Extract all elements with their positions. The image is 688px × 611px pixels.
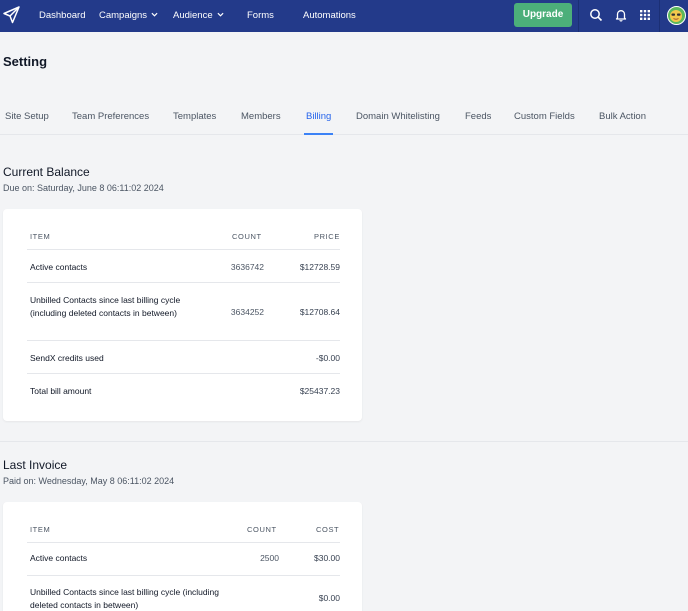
row-cost: $30.00: [314, 553, 340, 563]
nav-dashboard-label: Dashboard: [39, 10, 86, 21]
current-balance-title: Current Balance: [3, 165, 90, 179]
row-item: Unbilled Contacts since last billing cyc…: [30, 587, 219, 610]
column-header-cost: COST: [316, 525, 340, 534]
table-header-row: ITEM COUNT PRICE: [27, 221, 340, 250]
search-icon[interactable]: [589, 8, 603, 22]
column-header-price: PRICE: [314, 232, 340, 241]
column-header-item: ITEM: [30, 232, 51, 241]
avatar-face-icon: [670, 10, 682, 22]
table-header-row: ITEM COUNT COST: [27, 514, 340, 543]
table-row: Unbilled Contacts since last billing cyc…: [27, 576, 340, 611]
column-header-count: COUNT: [247, 525, 277, 534]
nav-audience[interactable]: Audience: [173, 0, 224, 32]
row-cost: $0.00: [318, 593, 340, 603]
table-row: Unbilled Contacts since last billing cyc…: [27, 283, 340, 341]
nav-audience-label: Audience: [173, 10, 213, 21]
settings-tabs: Site Setup Team Preferences Templates Me…: [0, 104, 688, 135]
tab-billing[interactable]: Billing: [304, 104, 334, 135]
nav-automations[interactable]: Automations: [303, 0, 356, 32]
nav-forms-label: Forms: [247, 10, 274, 21]
table-row: SendX credits used -$0.00: [27, 341, 340, 374]
table-row-total: Total bill amount $25437.23: [27, 374, 340, 407]
table-row: Active contacts 2500 $30.00: [27, 543, 340, 576]
tab-domain-whitelisting[interactable]: Domain Whitelisting: [356, 104, 440, 135]
tab-custom-fields[interactable]: Custom Fields: [514, 104, 575, 135]
column-header-count: COUNT: [232, 232, 262, 241]
tab-bulk-action[interactable]: Bulk Action: [599, 104, 646, 135]
paper-plane-logo-icon[interactable]: [2, 5, 22, 25]
nav-dashboard[interactable]: Dashboard: [39, 0, 85, 32]
column-header-item: ITEM: [30, 525, 51, 534]
user-avatar[interactable]: [667, 6, 686, 25]
row-price: $12708.64: [299, 307, 340, 317]
last-invoice-title: Last Invoice: [3, 458, 68, 472]
row-item: Active contacts: [30, 262, 88, 272]
section-divider: [0, 441, 688, 442]
row-price: -$0.00: [315, 353, 340, 363]
nav-automations-label: Automations: [303, 10, 356, 21]
nav-campaigns[interactable]: Campaigns: [99, 0, 158, 32]
nav-campaigns-label: Campaigns: [99, 10, 148, 21]
tab-team-preferences[interactable]: Team Preferences: [72, 104, 149, 135]
table-row: Active contacts 3636742 $12728.59: [27, 250, 340, 283]
row-item: Unbilled Contacts since last billing cyc…: [30, 295, 181, 318]
last-invoice-card: ITEM COUNT COST Active contacts 2500 $30…: [3, 502, 362, 611]
nav-separator: [578, 0, 579, 32]
row-count: 3634252: [230, 307, 264, 317]
top-navbar: Dashboard Campaigns Audience Forms Autom…: [0, 0, 688, 32]
row-count: 3636742: [230, 262, 264, 272]
chevron-down-icon: [151, 12, 158, 17]
upgrade-button[interactable]: Upgrade: [514, 3, 572, 27]
grid-icon[interactable]: [638, 8, 652, 22]
tab-feeds[interactable]: Feeds: [465, 104, 491, 135]
row-item: Total bill amount: [30, 386, 92, 396]
row-item: SendX credits used: [30, 353, 104, 363]
current-balance-due-date: Due on: Saturday, June 8 06:11:02 2024: [3, 183, 164, 193]
row-price: $25437.23: [299, 386, 340, 396]
row-price: $12728.59: [299, 262, 340, 272]
row-count: 2500: [260, 553, 279, 563]
tab-site-setup[interactable]: Site Setup: [5, 104, 49, 135]
nav-forms[interactable]: Forms: [247, 0, 274, 32]
tab-members[interactable]: Members: [241, 104, 281, 135]
chevron-down-icon: [217, 12, 224, 17]
last-invoice-paid-date: Paid on: Wednesday, May 8 06:11:02 2024: [3, 476, 175, 486]
tab-templates[interactable]: Templates: [173, 104, 216, 135]
current-balance-card: ITEM COUNT PRICE Active contacts 3636742…: [3, 209, 362, 421]
page-title: Setting: [3, 54, 48, 69]
nav-separator: [659, 0, 660, 32]
bell-icon[interactable]: [614, 8, 628, 22]
row-item: Active contacts: [30, 553, 88, 563]
